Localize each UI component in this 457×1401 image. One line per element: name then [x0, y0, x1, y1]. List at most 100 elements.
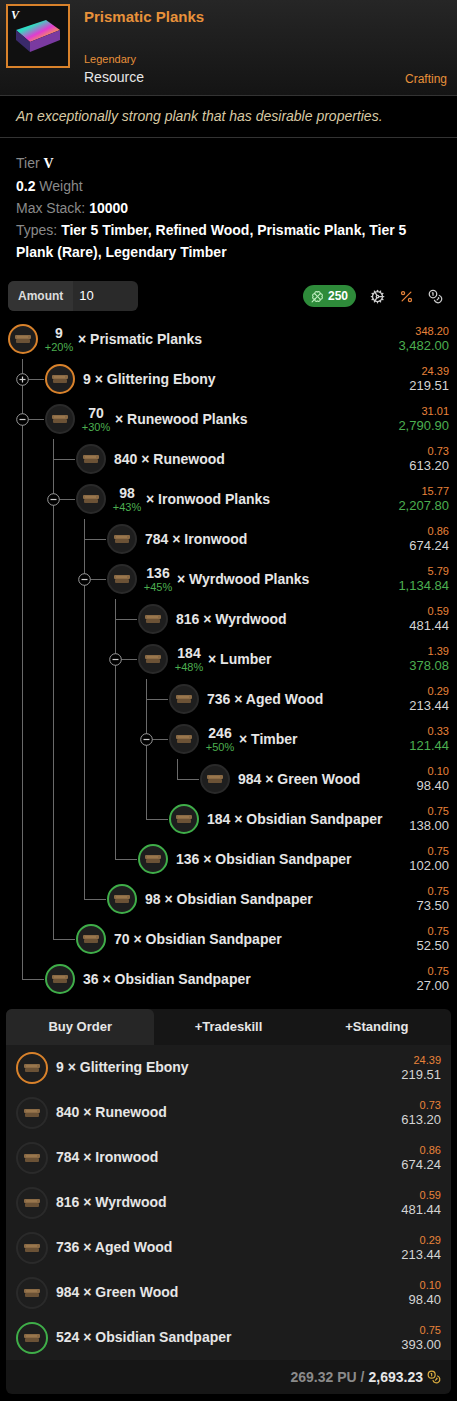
item-name: 784 × Ironwood: [145, 529, 247, 550]
item-name: 70 × Obsidian Sandpaper: [114, 929, 282, 950]
item-icon: [169, 724, 199, 754]
tree-children: 736 × Aged Wood0.29213.44246+50%× Timber…: [146, 679, 457, 839]
unit-price: 0.75: [428, 885, 449, 898]
collapse-icon[interactable]: [109, 653, 122, 666]
tree-row: 136+45%× Wyrdwood Planks5.791,134.84: [84, 559, 457, 599]
unit-price: 0.86: [420, 1144, 441, 1157]
tree-node: 816 × Wyrdwood0.59481.44: [115, 599, 457, 639]
item-icon: [138, 644, 168, 674]
recipe-tree: 9+20%× Prismatic Planks348.203,482.009 ×…: [0, 317, 457, 999]
item-name: × Wyrdwood Planks: [177, 569, 309, 590]
tree-node: 70 × Obsidian Sandpaper0.7552.50: [53, 919, 457, 959]
total-price: 98.40: [408, 1292, 441, 1307]
total-price: 138.00: [409, 818, 449, 833]
item-icon: [76, 444, 106, 474]
item-icon: [16, 1142, 48, 1174]
total-price: 613.20: [409, 458, 449, 473]
tree-children: 784 × Ironwood0.86674.24136+45%× Wyrdwoo…: [84, 519, 457, 919]
collapse-icon[interactable]: [47, 493, 60, 506]
tree-row: 70+30%× Runewood Planks31.012,790.90: [22, 399, 457, 439]
wood-icon: [175, 732, 193, 746]
collapse-icon[interactable]: [78, 573, 91, 586]
unit-price: 0.75: [420, 1324, 441, 1337]
wood-icon: [113, 892, 131, 906]
tree-node: 136+45%× Wyrdwood Planks5.791,134.84816 …: [84, 559, 457, 879]
total-price: 674.24: [409, 538, 449, 553]
item-icon: [169, 804, 199, 834]
item-name: × Ironwood Planks: [146, 489, 270, 510]
toolbar: Amount10 250: [0, 275, 457, 317]
luck-badge[interactable]: 250: [303, 285, 356, 307]
amount-label: Amount: [8, 281, 73, 311]
tree-node: 36 × Obsidian Sandpaper0.7527.00: [22, 959, 457, 999]
item-name: 784 × Ironwood: [56, 1147, 158, 1168]
total-price: 213.44: [401, 1247, 441, 1262]
stat-weight: 0.2 Weight: [16, 175, 441, 197]
total-price: 481.44: [409, 618, 449, 633]
unit-price: 24.39: [413, 1054, 441, 1067]
tree-children: 9 × Glittering Ebony24.39219.5170+30%× R…: [22, 359, 457, 999]
unit-price: 5.79: [428, 565, 449, 578]
item-icon: [8, 324, 38, 354]
total-price: 27.00: [416, 978, 449, 993]
wood-icon: [51, 972, 69, 986]
clover-icon: [311, 290, 324, 303]
tree-row: 9+20%× Prismatic Planks348.203,482.00: [0, 319, 457, 359]
tree-node: 136 × Obsidian Sandpaper0.75102.00: [115, 839, 457, 879]
buy-order-row: 984 × Green Wood0.1098.40: [6, 1270, 451, 1315]
stat-tier: Tier V: [16, 152, 441, 175]
wood-icon: [113, 532, 131, 546]
wood-icon: [206, 772, 224, 786]
collapse-icon[interactable]: [140, 733, 153, 746]
item-icon: [16, 1277, 48, 1309]
stat-types: Types: Tier 5 Timber, Refined Wood, Pris…: [16, 219, 441, 263]
tree-node: 840 × Runewood0.73613.20: [53, 439, 457, 479]
total-price: 219.51: [401, 1067, 441, 1082]
total-pu: 269.32 PU: [290, 1367, 356, 1388]
item-image: V: [6, 4, 70, 68]
item-icon: [76, 924, 106, 954]
item-name: 184 × Obsidian Sandpaper: [207, 809, 382, 830]
tree-row: 36 × Obsidian Sandpaper0.7527.00: [22, 959, 457, 999]
item-name: 840 × Runewood: [114, 449, 225, 470]
collapse-icon[interactable]: [16, 413, 29, 426]
item-icon: [76, 484, 106, 514]
tree-node: 70+30%× Runewood Planks31.012,790.90840 …: [22, 399, 457, 959]
wood-icon: [23, 1106, 41, 1120]
tab[interactable]: +Standing: [303, 1009, 451, 1045]
total-price: 219.51: [409, 378, 449, 393]
wood-icon: [23, 1151, 41, 1165]
item-icon: [45, 964, 75, 994]
tab[interactable]: +Tradeskill: [154, 1009, 302, 1045]
item-icon: [16, 1187, 48, 1219]
quantity: 136: [146, 565, 169, 581]
wood-icon: [82, 932, 100, 946]
wood-icon: [23, 1061, 41, 1075]
item-icon: [16, 1322, 48, 1354]
gear-icon[interactable]: [370, 289, 385, 304]
summary-footer: 269.32 PU/2,693.23: [6, 1360, 451, 1394]
item-title: Prismatic Planks: [84, 6, 447, 29]
bonus: +30%: [82, 421, 110, 433]
unit-price: 24.39: [421, 365, 449, 378]
money-icon[interactable]: [428, 289, 443, 304]
tree-row: 816 × Wyrdwood0.59481.44: [115, 599, 457, 639]
crafting-panel: VPrismatic PlanksLegendaryResourceCrafti…: [0, 0, 457, 1401]
item-name: 36 × Obsidian Sandpaper: [83, 969, 251, 990]
item-icon: [16, 1232, 48, 1264]
item-icon: [107, 884, 137, 914]
item-name: 736 × Aged Wood: [207, 689, 323, 710]
tree-row: 840 × Runewood0.73613.20: [53, 439, 457, 479]
expand-icon[interactable]: [16, 373, 29, 386]
amount-field[interactable]: Amount10: [8, 281, 138, 311]
item-name: 816 × Wyrdwood: [176, 609, 287, 630]
unit-price: 1.39: [428, 645, 449, 658]
buy-order-row: 840 × Runewood0.73613.20: [6, 1090, 451, 1135]
tree-node: 246+50%× Timber0.33121.44984 × Green Woo…: [146, 719, 457, 799]
amount-input[interactable]: 10: [73, 286, 99, 306]
total-price: 2,207.80: [398, 498, 449, 513]
item-icon: [45, 364, 75, 394]
unit-price: 0.75: [428, 805, 449, 818]
tab[interactable]: Buy Order: [6, 1009, 154, 1045]
percent-icon[interactable]: [399, 289, 414, 304]
